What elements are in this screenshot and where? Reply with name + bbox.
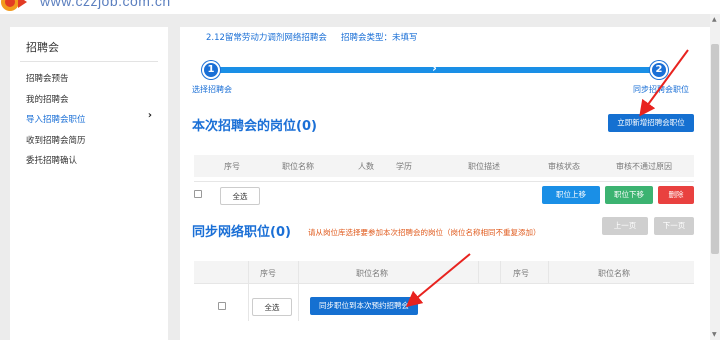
sidebar-item-received-resumes[interactable]: 收到招聘会简历 bbox=[26, 134, 86, 146]
sidebar: 招聘会 招聘会预告 我的招聘会 导入招聘会职位 › 收到招聘会简历 委托招聘确认 bbox=[10, 27, 168, 340]
step-1-label: 选择招聘会 bbox=[192, 85, 232, 94]
chevron-right-icon: › bbox=[432, 61, 437, 75]
fair-type: 招聘会类型：未填写 bbox=[341, 33, 418, 43]
table-divider bbox=[194, 283, 694, 284]
move-down-button[interactable]: 职位下移 bbox=[605, 186, 653, 204]
col-position-name: 职位名称 bbox=[282, 162, 314, 171]
fair-name: 2.12留常劳动力调剂网络招聘会 bbox=[206, 33, 327, 43]
sidebar-divider bbox=[20, 61, 158, 62]
next-page-button[interactable]: 下一页 bbox=[654, 217, 694, 235]
table-divider bbox=[194, 181, 694, 182]
site-url[interactable]: www.czzjob.com.cn bbox=[40, 0, 171, 9]
table-divider bbox=[298, 261, 299, 321]
select-all-button[interactable]: 全选 bbox=[220, 187, 260, 205]
move-up-button[interactable]: 职位上移 bbox=[542, 186, 600, 204]
site-logo[interactable] bbox=[0, 0, 28, 12]
prev-page-button[interactable]: 上一页 bbox=[602, 217, 648, 235]
scroll-up-icon[interactable]: ▲ bbox=[712, 16, 717, 23]
col-position-name-left: 职位名称 bbox=[356, 269, 388, 278]
sidebar-item-entrusted-recruit[interactable]: 委托招聘确认 bbox=[26, 154, 77, 166]
table-divider bbox=[478, 261, 479, 283]
col-reject-reason: 审核不通过原因 bbox=[616, 162, 672, 171]
delete-button[interactable]: 删除 bbox=[658, 186, 694, 204]
site-header: www.czzjob.com.cn bbox=[0, 0, 720, 14]
chevron-right-icon: › bbox=[147, 110, 152, 121]
sidebar-title: 招聘会 bbox=[26, 41, 59, 54]
col-review-status: 审核状态 bbox=[548, 162, 580, 171]
select-all-checkbox[interactable] bbox=[194, 190, 202, 198]
col-index: 序号 bbox=[224, 162, 240, 171]
sync-hint-text: 请从岗位库选择要参加本次招聘会的岗位（岗位名称相同不重复添加） bbox=[308, 228, 541, 237]
step-1-circle: 1 bbox=[202, 61, 220, 79]
add-fair-position-button[interactable]: 立即新增招聘会职位 bbox=[608, 114, 694, 132]
page-scrollbar[interactable]: ▲ ▼ bbox=[710, 14, 720, 340]
sidebar-item-my-fairs[interactable]: 我的招聘会 bbox=[26, 93, 69, 105]
col-index-right: 序号 bbox=[513, 269, 529, 278]
sidebar-item-import-positions[interactable]: 导入招聘会职位 bbox=[26, 113, 86, 125]
scroll-down-icon[interactable]: ▼ bbox=[712, 331, 717, 338]
step-2-label: 同步招聘会职位 bbox=[633, 85, 689, 94]
table-divider bbox=[500, 261, 501, 283]
main-panel: 2.12留常劳动力调剂网络招聘会 招聘会类型：未填写 › 1 选择招聘会 2 同… bbox=[180, 27, 710, 340]
section-fair-positions-title: 本次招聘会的岗位(0) bbox=[192, 119, 317, 134]
section-sync-positions-title: 同步网络职位(0) bbox=[192, 225, 291, 240]
sync-positions-button[interactable]: 同步职位到本次预约招聘会 bbox=[310, 297, 418, 315]
step-2-circle: 2 bbox=[650, 61, 668, 79]
scrollbar-thumb[interactable] bbox=[711, 44, 719, 254]
col-index-left: 序号 bbox=[260, 269, 276, 278]
sync-select-all-checkbox[interactable] bbox=[218, 302, 226, 310]
col-position-name-right: 职位名称 bbox=[598, 269, 630, 278]
sync-select-all-button[interactable]: 全选 bbox=[252, 298, 292, 316]
table-divider bbox=[248, 261, 249, 321]
table-divider bbox=[548, 261, 549, 283]
col-headcount: 人数 bbox=[358, 162, 374, 171]
sidebar-item-fair-preview[interactable]: 招聘会预告 bbox=[26, 72, 69, 84]
col-description: 职位描述 bbox=[468, 162, 500, 171]
col-education: 学历 bbox=[396, 162, 412, 171]
